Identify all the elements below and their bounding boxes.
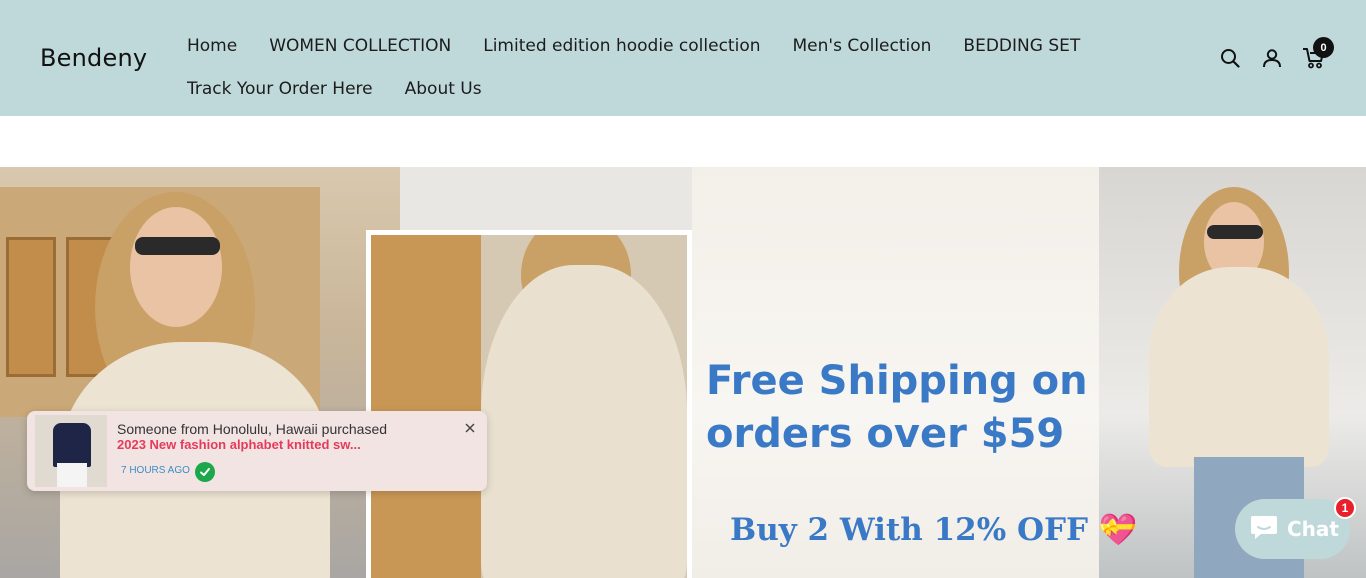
storefront-door <box>371 235 481 578</box>
cart-count-badge: 0 <box>1313 37 1334 58</box>
main-nav: Home WOMEN COLLECTION Limited edition ho… <box>187 24 1087 110</box>
cart-icon[interactable]: 0 <box>1300 37 1334 76</box>
toast-product-link[interactable]: 2023 New fashion alphabet knitted sw... <box>117 437 361 452</box>
chat-bubble-icon <box>1249 513 1279 546</box>
middle-photo <box>371 235 687 578</box>
chat-unread-badge: 1 <box>1334 497 1356 519</box>
nav-row-1: Home WOMEN COLLECTION Limited edition ho… <box>187 24 1087 67</box>
storefront-door <box>6 237 56 377</box>
model-sweater <box>481 265 687 578</box>
nav-women-collection[interactable]: WOMEN COLLECTION <box>269 36 451 56</box>
thumbnail-skirt <box>57 463 87 487</box>
toast-time: 7 HOURS AGO <box>121 465 190 476</box>
nav-about-us[interactable]: About Us <box>405 79 482 99</box>
promo-line-3: Buy 2 With 12% OFF <box>730 512 1089 548</box>
nav-mens-collection[interactable]: Men's Collection <box>793 36 932 56</box>
thumbnail-sweater <box>53 423 91 467</box>
hero-photo-left <box>0 167 400 578</box>
product-thumbnail[interactable] <box>35 415 107 487</box>
nav-home[interactable]: Home <box>187 36 237 56</box>
promo-discount: Buy 2 With 12% OFF 💝 <box>730 511 1137 548</box>
nav-row-2: Track Your Order Here About Us <box>187 67 1087 110</box>
verified-check-icon <box>195 462 215 482</box>
hero-photo-middle <box>366 230 692 578</box>
nav-hoodie-collection[interactable]: Limited edition hoodie collection <box>483 36 760 56</box>
model-sweater <box>1149 267 1329 467</box>
close-icon[interactable] <box>463 421 477 435</box>
model-face <box>130 207 222 327</box>
model-sunglasses <box>135 237 220 255</box>
site-header: Bendeny Home WOMEN COLLECTION Limited ed… <box>0 0 1366 116</box>
chat-label: Chat <box>1287 517 1339 541</box>
header-icons: 0 <box>1216 37 1342 76</box>
account-icon[interactable] <box>1258 40 1286 76</box>
model-sunglasses <box>1207 225 1263 239</box>
site-logo[interactable]: Bendeny <box>40 44 147 72</box>
chat-button[interactable]: Chat <box>1235 499 1350 559</box>
promo-line-1: Free Shipping on <box>706 358 1088 404</box>
search-icon[interactable] <box>1216 40 1244 76</box>
nav-track-order[interactable]: Track Your Order Here <box>187 79 373 99</box>
gift-heart-icon: 💝 <box>1098 512 1138 548</box>
toast-message: Someone from Honolulu, Hawaii purchased <box>117 421 388 437</box>
nav-bedding-set[interactable]: BEDDING SET <box>963 36 1080 56</box>
hero-banner[interactable]: Free Shipping on orders over $59 Buy 2 W… <box>0 167 1366 578</box>
promo-line-2: orders over $59 <box>706 411 1065 457</box>
purchase-notification[interactable]: Someone from Honolulu, Hawaii purchased … <box>27 411 487 491</box>
promo-free-shipping: Free Shipping on orders over $59 <box>706 355 1088 461</box>
